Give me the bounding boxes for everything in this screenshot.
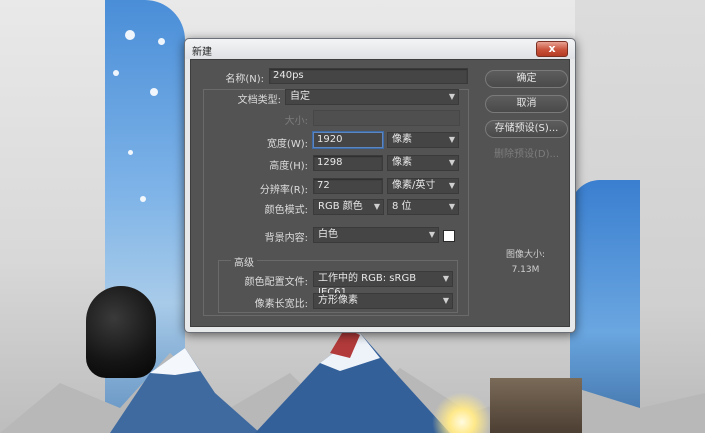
dialog-title: 新建 <box>192 47 212 58</box>
height-unit-value: 像素 <box>392 157 412 168</box>
chevron-down-icon: ▼ <box>442 274 449 283</box>
resolution-input[interactable]: 72 <box>313 178 383 194</box>
resolution-label: 分辨率(R): <box>259 185 308 196</box>
dialog-content: 名称(N): 240ps 文档类型: 自定 ▼ 大小: 宽度(W): 1920 … <box>190 59 570 327</box>
size-select <box>313 110 460 126</box>
chevron-down-icon: ▼ <box>448 202 455 211</box>
chevron-down-icon: ▼ <box>448 158 455 167</box>
ok-button[interactable]: 确定 <box>485 70 568 88</box>
pixel-aspect-select[interactable]: 方形像素 ▼ <box>313 293 453 309</box>
resolution-unit-value: 像素/英寸 <box>392 180 436 191</box>
snowflake-decoration <box>125 30 135 40</box>
color-mode-label: 颜色模式: <box>264 205 308 216</box>
snowflake-decoration <box>158 38 165 45</box>
height-label: 高度(H): <box>269 161 308 172</box>
pixel-aspect-label: 像素长宽比: <box>254 299 308 310</box>
document-type-select[interactable]: 自定 ▼ <box>285 89 459 105</box>
close-button[interactable]: x <box>536 41 568 57</box>
background-contents-label: 背景内容: <box>264 233 308 244</box>
bit-depth-select[interactable]: 8 位 ▼ <box>387 199 459 215</box>
chevron-down-icon: ▼ <box>448 92 455 101</box>
advanced-label: 高级 <box>231 254 257 269</box>
name-label: 名称(N): <box>225 74 264 85</box>
chevron-down-icon: ▼ <box>373 202 380 211</box>
width-label: 宽度(W): <box>266 139 308 150</box>
height-unit-select[interactable]: 像素 ▼ <box>387 155 459 171</box>
save-preset-button[interactable]: 存储预设(S)... <box>485 120 568 138</box>
document-type-value: 自定 <box>290 91 310 102</box>
pixel-aspect-value: 方形像素 <box>318 295 358 306</box>
resolution-unit-select[interactable]: 像素/英寸 ▼ <box>387 178 459 194</box>
chevron-down-icon: ▼ <box>442 296 449 305</box>
new-document-dialog: 新建 x 名称(N): 240ps 文档类型: 自定 ▼ 大小: 宽度(W): … <box>184 38 576 333</box>
size-label: 大小: <box>284 116 308 127</box>
color-mode-select[interactable]: RGB 颜色 ▼ <box>313 199 384 215</box>
close-icon: x <box>548 42 556 55</box>
color-profile-label: 颜色配置文件: <box>244 277 308 288</box>
delete-preset-button: 删除预设(D)... <box>493 149 560 160</box>
image-size-label: 图像大小: <box>505 250 546 260</box>
dialog-titlebar[interactable]: 新建 x <box>185 39 575 59</box>
width-unit-select[interactable]: 像素 ▼ <box>387 132 459 148</box>
snowflake-decoration <box>113 70 119 76</box>
image-size-value: 7.13M <box>511 265 540 275</box>
background-color-swatch[interactable] <box>443 230 455 242</box>
color-mode-value: RGB 颜色 <box>318 201 363 212</box>
bit-depth-value: 8 位 <box>392 201 412 212</box>
cancel-button[interactable]: 取消 <box>485 95 568 113</box>
width-input[interactable]: 1920 <box>313 132 383 148</box>
black-mitten <box>86 286 156 378</box>
width-unit-value: 像素 <box>392 134 412 145</box>
chevron-down-icon: ▼ <box>448 135 455 144</box>
chevron-down-icon: ▼ <box>428 230 435 239</box>
height-input[interactable]: 1298 <box>313 155 383 171</box>
chevron-down-icon: ▼ <box>448 181 455 190</box>
snowflake-decoration <box>150 88 158 96</box>
great-wall-tower <box>490 378 582 433</box>
snowflake-decoration <box>128 150 133 155</box>
background-contents-select[interactable]: 白色 ▼ <box>313 227 439 243</box>
document-type-label: 文档类型: <box>237 95 281 106</box>
snowflake-decoration <box>140 196 146 202</box>
background-contents-value: 白色 <box>318 229 338 240</box>
color-profile-select[interactable]: 工作中的 RGB: sRGB IEC61... ▼ <box>313 271 453 298</box>
name-input[interactable]: 240ps <box>269 68 468 84</box>
